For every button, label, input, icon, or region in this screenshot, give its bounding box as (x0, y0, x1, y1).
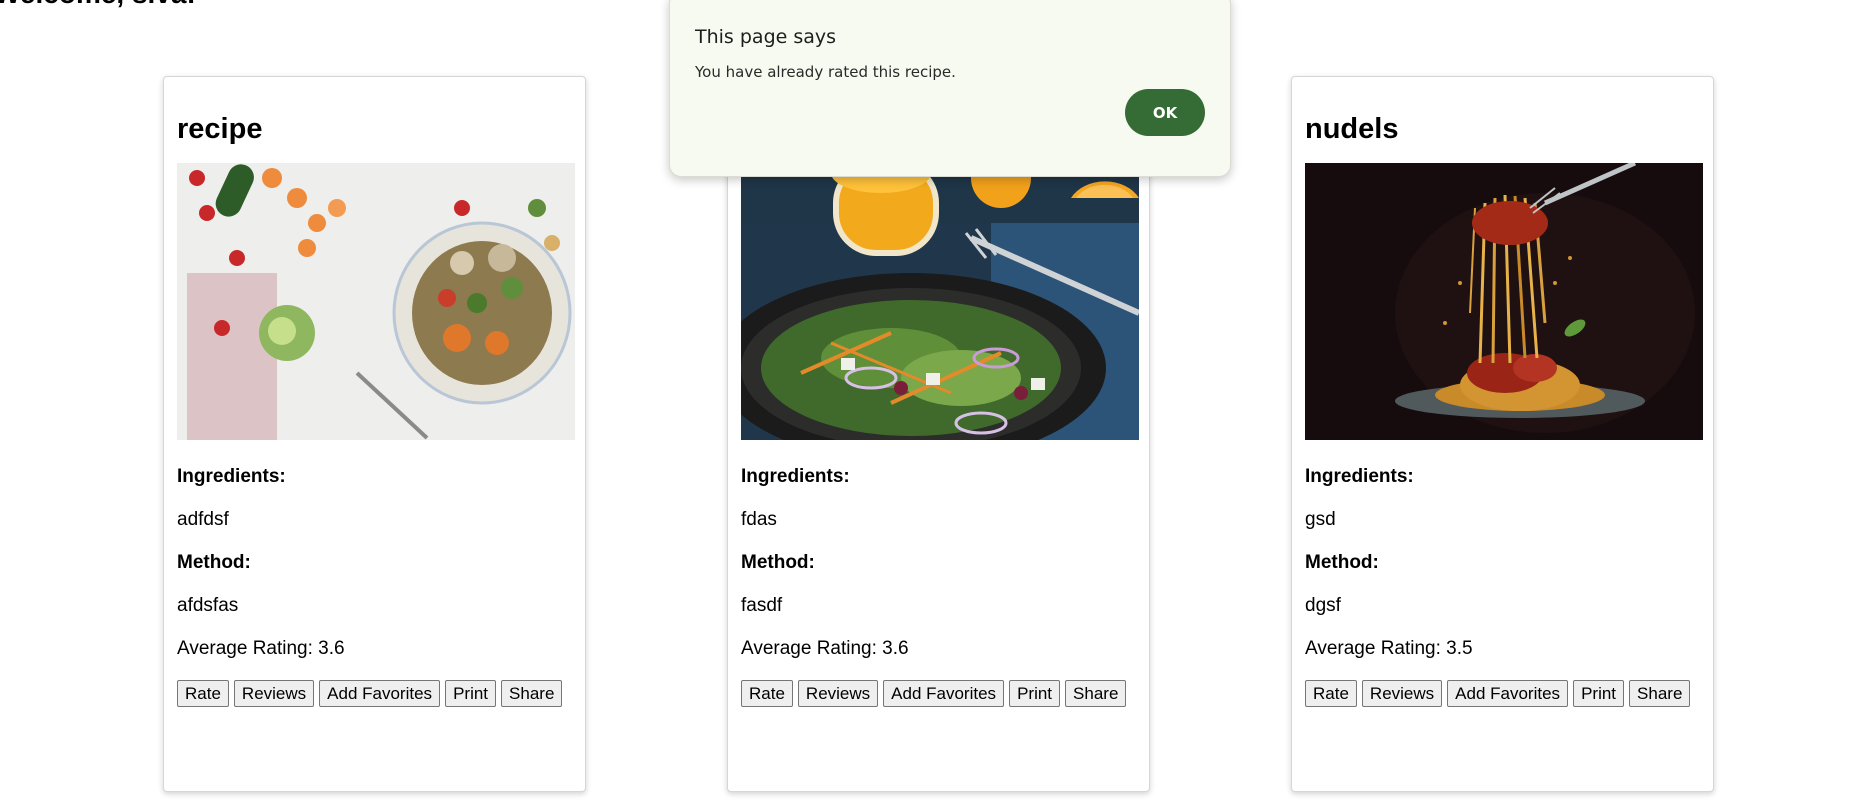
add-favorites-button[interactable]: Add Favorites (319, 680, 441, 707)
method-value: afdsfas (177, 595, 239, 616)
method-value: dgsf (1305, 595, 1341, 616)
recipe-card: recipe Ingredients: adfdsf Method: afdsf… (163, 76, 586, 792)
welcome-heading: Welcome, siva! (0, 0, 196, 8)
page: Welcome, siva! recipe (0, 0, 1872, 808)
alert-dialog: This page says You have already rated th… (669, 0, 1231, 177)
card-actions: Rate Reviews Add Favorites Print Share (741, 680, 1136, 707)
recipe-title: recipe (177, 113, 263, 145)
ingredients-value: gsd (1305, 509, 1336, 530)
recipe-card: nudels Ingredients: gsd Method: dgsf Ave… (1291, 76, 1714, 792)
rate-button[interactable]: Rate (741, 680, 793, 707)
card-actions: Rate Reviews Add Favorites Print Share (1305, 680, 1700, 707)
ok-button[interactable]: OK (1125, 89, 1205, 136)
card-actions: Rate Reviews Add Favorites Print Share (177, 680, 572, 707)
average-rating: Average Rating: 3.6 (741, 638, 909, 659)
reviews-button[interactable]: Reviews (1361, 680, 1443, 707)
dialog-title: This page says (695, 26, 837, 48)
method-label: Method: (741, 552, 815, 573)
method-value: fasdf (741, 595, 783, 616)
rate-button[interactable]: Rate (177, 680, 229, 707)
print-button[interactable]: Print (445, 680, 497, 707)
ingredients-value: fdas (741, 509, 777, 530)
recipe-image (741, 163, 1139, 440)
reviews-button[interactable]: Reviews (797, 680, 879, 707)
ingredients-label: Ingredients: (177, 466, 286, 487)
share-button[interactable]: Share (1629, 680, 1691, 707)
print-button[interactable]: Print (1573, 680, 1625, 707)
reviews-button[interactable]: Reviews (233, 680, 315, 707)
add-favorites-button[interactable]: Add Favorites (1447, 680, 1569, 707)
average-rating: Average Rating: 3.6 (177, 638, 345, 659)
rate-button[interactable]: Rate (1305, 680, 1357, 707)
print-button[interactable]: Print (1009, 680, 1061, 707)
ingredients-label: Ingredients: (1305, 466, 1414, 487)
ingredients-value: adfdsf (177, 509, 229, 530)
add-favorites-button[interactable]: Add Favorites (883, 680, 1005, 707)
recipe-card: salad (727, 76, 1150, 792)
method-label: Method: (177, 552, 251, 573)
recipe-title: nudels (1305, 113, 1399, 145)
recipe-image (1305, 163, 1703, 440)
average-rating: Average Rating: 3.5 (1305, 638, 1473, 659)
share-button[interactable]: Share (501, 680, 563, 707)
method-label: Method: (1305, 552, 1379, 573)
share-button[interactable]: Share (1065, 680, 1127, 707)
recipe-image (177, 163, 575, 440)
ingredients-label: Ingredients: (741, 466, 850, 487)
dialog-message: You have already rated this recipe. (695, 63, 956, 81)
